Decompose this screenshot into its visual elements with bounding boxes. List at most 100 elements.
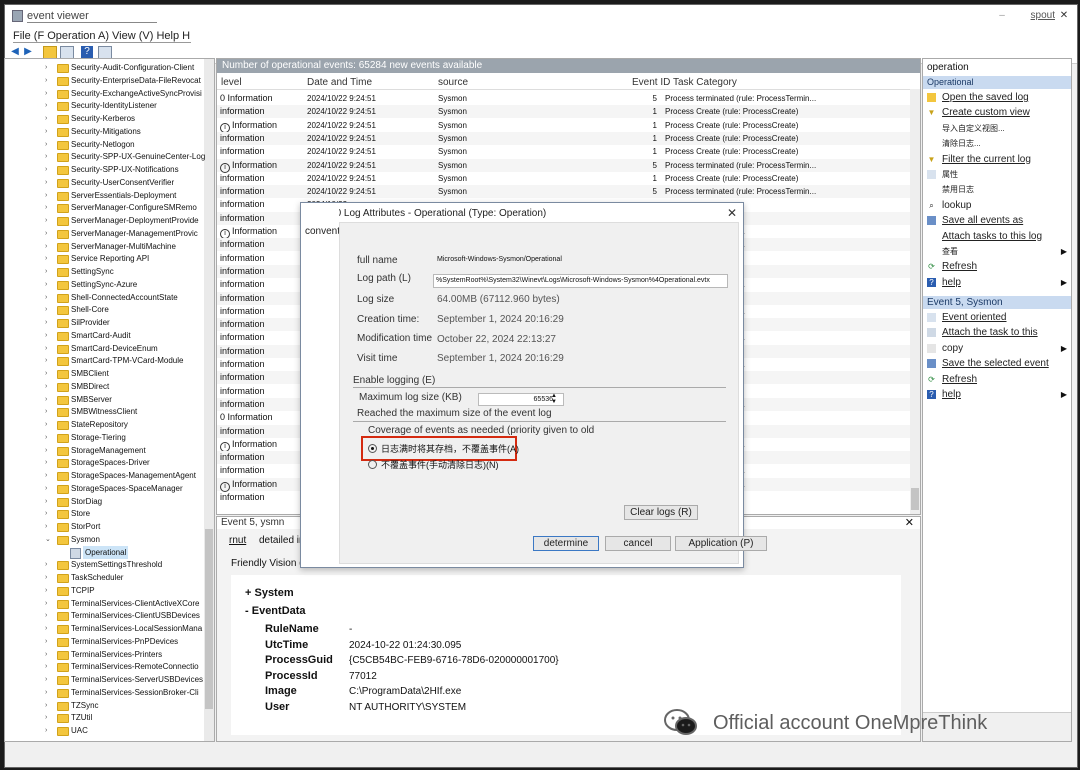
clear-logs-button[interactable]: Clear logs (R)	[624, 505, 698, 520]
expand-chevron-icon[interactable]: ›	[45, 227, 53, 240]
tab-general[interactable]: rnut	[229, 535, 246, 546]
event-row[interactable]: 0 Information 2024/10/22 9:24:51 Sysmon 5 Pr…	[217, 92, 910, 105]
event-row[interactable]: information 2024/10/22 9:24:51 Sysmon 1 Proc…	[217, 172, 910, 185]
archive-option[interactable]: 日志满时将其存档，不覆盖事件(A)	[368, 442, 519, 455]
col-source[interactable]: source	[438, 77, 468, 88]
expand-chevron-icon[interactable]: ›	[45, 444, 53, 457]
close-button[interactable]: ✕	[1059, 11, 1069, 21]
col-level[interactable]: level	[221, 77, 242, 88]
expand-chevron-icon[interactable]: ›	[45, 495, 53, 508]
expand-chevron-icon[interactable]: ›	[45, 112, 53, 125]
expand-chevron-icon[interactable]: ›	[45, 660, 53, 673]
dialog-close-icon[interactable]: ✕	[727, 206, 737, 220]
expand-chevron-icon[interactable]: ›	[45, 609, 53, 622]
action-item[interactable]: ? help ▶	[923, 388, 1071, 401]
overwrite-option[interactable]: Coverage of events as needed (priority g…	[368, 425, 594, 436]
expand-chevron-icon[interactable]: ›	[45, 125, 53, 138]
user-link[interactable]: spout	[1031, 10, 1055, 21]
action-item[interactable]: ⟳ Refresh	[923, 373, 1071, 386]
expand-chevron-icon[interactable]: ›	[45, 354, 53, 367]
expand-chevron-icon[interactable]: ›	[45, 431, 53, 444]
events-scrollbar[interactable]	[910, 89, 920, 514]
col-date[interactable]: Date and Time	[307, 77, 372, 88]
expand-chevron-icon[interactable]: ›	[45, 189, 53, 202]
expand-chevron-icon[interactable]: ›	[45, 418, 53, 431]
expand-chevron-icon[interactable]: ›	[45, 329, 53, 342]
menu-items[interactable]: File (F Operation A) View (V) Help H	[13, 30, 190, 42]
expand-chevron-icon[interactable]: ›	[45, 214, 53, 227]
expand-chevron-icon[interactable]: ›	[45, 507, 53, 520]
expand-chevron-icon[interactable]: ›	[45, 74, 53, 87]
expand-chevron-icon[interactable]: ›	[45, 456, 53, 469]
forward-icon[interactable]: ▶	[22, 46, 34, 58]
action-item[interactable]: Attach tasks to this log	[923, 230, 1071, 243]
expand-chevron-icon[interactable]: ›	[45, 520, 53, 533]
action-item[interactable]: Attach the task to this	[923, 326, 1071, 339]
expand-chevron-icon[interactable]: ›	[45, 673, 53, 686]
expand-chevron-icon[interactable]: ›	[45, 558, 53, 571]
expand-chevron-icon[interactable]: ›	[45, 342, 53, 355]
expand-chevron-icon[interactable]: ›	[45, 686, 53, 699]
detail-close-icon[interactable]: ✕	[905, 517, 914, 529]
expand-chevron-icon[interactable]: ›	[45, 163, 53, 176]
minimize-button[interactable]: –	[997, 11, 1007, 21]
expand-chevron-icon[interactable]: ›	[45, 711, 53, 724]
event-row[interactable]: information 2024/10/22 9:24:51 Sysmon 5 Proc…	[217, 185, 910, 199]
expand-chevron-icon[interactable]: ›	[45, 176, 53, 189]
expand-chevron-icon[interactable]: ›	[45, 265, 53, 278]
ok-button[interactable]: determine	[533, 536, 599, 551]
expand-chevron-icon[interactable]: ›	[45, 622, 53, 635]
system-node[interactable]: + System	[245, 587, 294, 599]
enable-logging-checkbox[interactable]: Enable logging (E)	[353, 375, 435, 386]
max-size-stepper[interactable]: ▲ ▼	[550, 393, 558, 405]
action-item[interactable]: ▼ Create custom view	[923, 106, 1071, 119]
expand-chevron-icon[interactable]: ›	[45, 571, 53, 584]
expand-chevron-icon[interactable]: ›	[45, 316, 53, 329]
expand-chevron-icon[interactable]: ›	[45, 648, 53, 661]
action-item[interactable]: 导入自定义视图...	[923, 122, 1071, 135]
col-event-id-category[interactable]: Event ID Task Category	[632, 77, 737, 88]
expand-chevron-icon[interactable]: ›	[45, 367, 53, 380]
expand-chevron-icon[interactable]: ›	[45, 99, 53, 112]
expand-chevron-icon[interactable]: ⌄	[45, 533, 53, 546]
help-icon[interactable]: ?	[81, 46, 93, 58]
action-item[interactable]: 清除日志...	[923, 137, 1071, 150]
event-row[interactable]: information 2024/10/22 9:24:51 Sysmon 1 Proc…	[217, 145, 910, 158]
action-item[interactable]: ? help ▶	[923, 276, 1071, 289]
expand-chevron-icon[interactable]: ›	[45, 469, 53, 482]
expand-chevron-icon[interactable]: ›	[45, 635, 53, 648]
expand-chevron-icon[interactable]: ›	[45, 291, 53, 304]
expand-chevron-icon[interactable]: ›	[45, 87, 53, 100]
cancel-button[interactable]: cancel	[605, 536, 671, 551]
expand-chevron-icon[interactable]: ›	[45, 278, 53, 291]
event-row[interactable]: information 2024/10/22 9:24:51 Sysmon 1 Proc…	[217, 105, 910, 119]
expand-chevron-icon[interactable]: ›	[45, 405, 53, 418]
action-item[interactable]: Save all events as	[923, 214, 1071, 227]
action-item[interactable]: 属性	[923, 168, 1071, 181]
expand-chevron-icon[interactable]: ›	[45, 724, 53, 737]
action-item[interactable]: Event oriented	[923, 311, 1071, 324]
no-overwrite-option[interactable]: 不覆盖事件(手动清除日志)(N)	[368, 458, 499, 471]
apply-button[interactable]: Application (P)	[675, 536, 767, 551]
menu-bar[interactable]: File (F Operation A) View (V) Help H	[5, 29, 1077, 43]
expand-chevron-icon[interactable]: ›	[45, 597, 53, 610]
action-item[interactable]: copy ▶	[923, 342, 1071, 355]
eventdata-node[interactable]: - EventData	[245, 605, 306, 617]
expand-chevron-icon[interactable]: ›	[45, 201, 53, 214]
action-item[interactable]: 查看 ▶	[923, 245, 1071, 258]
expand-chevron-icon[interactable]: ›	[45, 240, 53, 253]
expand-chevron-icon[interactable]: ›	[45, 61, 53, 74]
expand-chevron-icon[interactable]: ›	[45, 150, 53, 163]
expand-chevron-icon[interactable]: ›	[45, 584, 53, 597]
expand-chevron-icon[interactable]: ›	[45, 252, 53, 265]
event-row[interactable]: i Information 2024/10/22 9:24:51 Sysmon 1 Pro…	[217, 119, 910, 133]
action-item[interactable]: ⌕ lookup	[923, 199, 1071, 212]
action-item[interactable]: 禁用日志	[923, 183, 1071, 196]
event-row[interactable]: i Information 2024/10/22 9:24:51 Sysmon 5 Pro…	[217, 158, 910, 173]
expand-chevron-icon[interactable]: ›	[45, 393, 53, 406]
log-path-field[interactable]: %SystemRoot%\System32\Winevt\Logs\Micros…	[433, 274, 728, 288]
expand-chevron-icon[interactable]: ›	[45, 138, 53, 151]
expand-chevron-icon[interactable]: ›	[45, 699, 53, 712]
tree-scrollbar[interactable]	[204, 59, 214, 741]
action-item[interactable]: ⟳ Refresh	[923, 260, 1071, 273]
